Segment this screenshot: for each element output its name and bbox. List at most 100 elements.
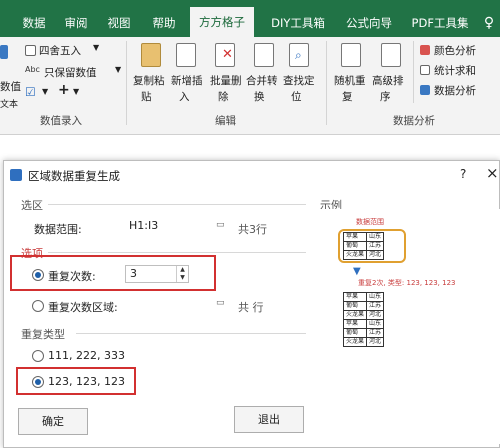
merge-convert-button[interactable]: 合并转 [246,73,278,88]
random-repeat-icon [341,43,361,67]
stats-sum-button[interactable]: 统计求和 [434,63,476,78]
table-cell: 葡萄 [342,328,368,338]
spinner-arrows-icon[interactable]: ▲ ▼ [176,266,188,282]
advanced-sort-icon [381,43,401,67]
table-cell: 苹果 [342,319,368,329]
copy-paste-button-line2[interactable]: 贴 [141,89,152,104]
insert-button-line2[interactable]: 入 [179,89,190,104]
group-divider [326,41,327,125]
range-picker-icon[interactable]: ▭ [216,220,225,230]
table-row: 苹果 山东 [342,232,385,242]
color-analysis-icon [420,45,430,55]
repeat-range-count: 共 行 [238,301,264,314]
insert-button[interactable]: 新增插 [171,73,203,88]
table-cell: 山东 [366,292,385,302]
random-repeat-button-line2[interactable]: 复 [342,89,353,104]
advanced-sort-button-line2[interactable]: 序 [380,89,391,104]
table-cell: 山东 [366,319,385,329]
advanced-sort-button[interactable]: 高级排 [372,73,404,88]
table-row: 火龙果 河北 [342,310,385,320]
table-cell: 山东 [366,232,385,242]
numeric-icon [0,45,8,59]
example-note: 重复2次, 类型: 123, 123, 123 [358,279,456,287]
table-cell: 河北 [366,310,385,320]
table-cell: 葡萄 [342,241,368,251]
range-label: 数据范围: [34,223,82,236]
ribbon: 数值 文本 四舍五入 ▼ Abc 只保留数值 ▼ ☑ ▼ + ▼ 数值录入 复制… [0,37,500,135]
table-cell: 江苏 [366,301,385,311]
insert-icon [176,43,196,67]
table-cell: 苹果 [342,292,368,302]
tab-formula-wizard[interactable]: 公式向导 [340,9,398,37]
section-type-label: 重复类型 [21,328,65,341]
tab-view[interactable]: 视图 [101,9,137,37]
find-locate-button-line2[interactable]: 位 [291,89,302,104]
table-cell: 火龙果 [342,250,368,260]
tab-review[interactable]: 审阅 [58,9,94,37]
numeric-button[interactable]: 数值 [0,79,21,94]
chevron-down-icon[interactable]: ▼ [115,65,121,74]
find-locate-button[interactable]: 查找定 [283,73,315,88]
table-row: 葡萄 江苏 [342,241,385,251]
table-cell: 江苏 [366,328,385,338]
help-button[interactable]: ? [460,167,466,181]
group-label-data-entry: 数值录入 [40,115,82,127]
tab-data[interactable]: 数据 [16,9,52,37]
app-icon [10,169,22,181]
arrow-down-icon: ▼ [353,266,361,277]
delete-icon: ✕ [215,43,235,67]
text-label[interactable]: 文本 [0,97,18,110]
radio-type-111-222-333[interactable] [32,350,44,362]
example-result-table: 苹果 山东 葡萄 江苏 火龙果 河北 苹果 山东 葡萄 江苏 火龙果 河北 [342,292,385,347]
divider [76,333,306,334]
merge-convert-button-line2[interactable]: 换 [254,89,265,104]
random-repeat-button[interactable]: 随机重 [334,73,366,88]
repeat-count-label: 重复次数: [48,270,96,283]
example-preview: 数据范围 苹果 山东 葡萄 江苏 火龙果 河北 ▼ 重复2次, 类型: 123,… [320,209,500,444]
example-caption: 数据范围 [356,218,384,226]
lightbulb-icon[interactable]: ♀ [478,9,500,37]
table-cell: 火龙果 [342,310,368,320]
table-row: 苹果 山东 [342,292,385,302]
data-analysis-button[interactable]: 数据分析 [434,83,476,98]
type-option-2-label: 123, 123, 123 [48,375,125,388]
check-edit-icon[interactable]: ☑ [25,85,36,99]
tab-help[interactable]: 帮助 [144,9,184,37]
repeat-range-label: 重复次数区域: [48,301,118,314]
dialog-titlebar: 区域数据重复生成 ? × [4,161,499,189]
color-analysis-button[interactable]: 颜色分析 [434,43,476,58]
tab-pdf-tools[interactable]: PDF工具集 [405,9,475,37]
type-option-1-label: 111, 222, 333 [48,349,125,362]
plus-icon[interactable]: + [58,82,70,98]
stats-sum-icon [420,65,430,75]
repeat-data-dialog: 区域数据重复生成 ? × 选区 数据范围: H1:I3 ▭ 共3行 选项 重复次… [3,160,500,448]
ok-button[interactable]: 确定 [18,408,88,435]
example-source-table: 苹果 山东 葡萄 江苏 火龙果 河北 [342,232,385,260]
range-picker-icon[interactable]: ▭ [216,298,225,308]
tab-diy-toolbox[interactable]: DIY工具箱 [262,9,334,37]
radio-repeat-range[interactable] [32,300,44,312]
table-row: 苹果 山东 [342,319,385,329]
divider [48,252,306,253]
keep-value-button[interactable]: 只保留数值 [44,65,97,80]
group-label-data-analysis: 数据分析 [393,115,435,127]
exit-button[interactable]: 退出 [234,406,304,433]
chevron-down-icon[interactable]: ▼ [93,43,99,52]
table-cell: 河北 [366,250,385,260]
table-row: 葡萄 江苏 [342,301,385,311]
dialog-title: 区域数据重复生成 [28,169,120,183]
chevron-down-icon[interactable]: ▼ [42,87,48,96]
chevron-down-icon[interactable]: ▼ [73,87,79,96]
close-button[interactable]: × [486,164,499,182]
batch-delete-button[interactable]: 批量删 [210,73,242,88]
table-row: 火龙果 河北 [342,250,385,260]
tab-fangfang[interactable]: 方方格子 [190,7,254,37]
copy-paste-button[interactable]: 复制粘 [133,73,165,88]
radio-type-123-123-123[interactable] [32,376,44,388]
round-button[interactable]: 四舍五入 [39,43,81,58]
table-cell: 火龙果 [342,337,368,347]
group-divider [126,41,127,125]
paste-icon [141,43,161,67]
radio-repeat-count[interactable] [32,269,44,281]
batch-delete-button-line2[interactable]: 除 [218,89,229,104]
